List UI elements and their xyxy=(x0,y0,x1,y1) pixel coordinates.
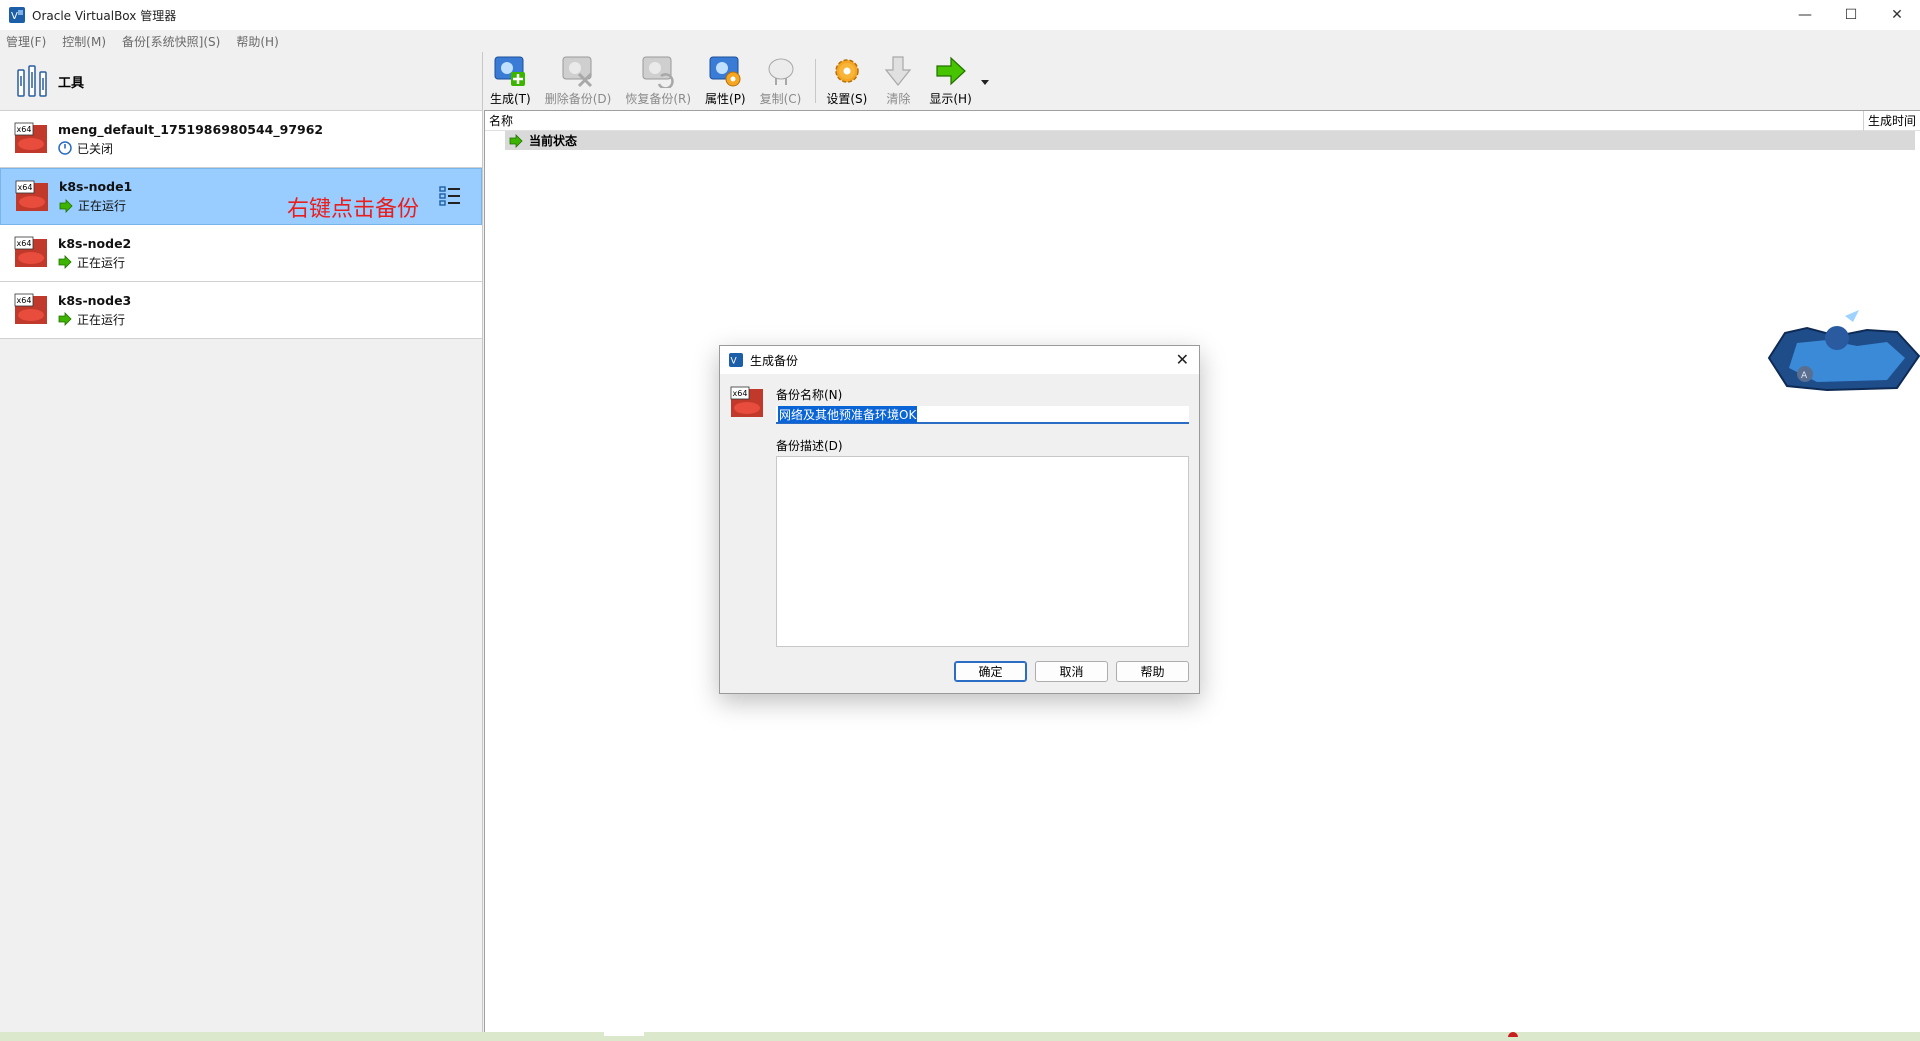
vm-state: 正在运行 xyxy=(77,255,126,270)
maximize-button[interactable]: ☐ xyxy=(1828,0,1874,30)
vm-name: k8s-node3 xyxy=(58,292,132,308)
floating-avatar-widget-icon[interactable]: A xyxy=(1767,308,1920,398)
snapshot-toolbar: 生成(T) 删除备份(D) 恢复备份(R) 属性(P) 复制(C) 设置(S) … xyxy=(484,52,1920,110)
column-header-name[interactable]: 名称 xyxy=(489,112,513,129)
snapshot-tree-header: 名称 生成时间 xyxy=(485,110,1920,131)
svg-text:V: V xyxy=(731,357,738,367)
delete-snapshot-icon xyxy=(562,56,593,88)
show-label: 显示(H) xyxy=(929,92,972,106)
svg-text:A: A xyxy=(1801,371,1808,381)
discard-down-arrow-icon xyxy=(885,56,912,86)
window-title: Oracle VirtualBox 管理器 xyxy=(32,8,177,23)
snapshot-panel: 生成(T) 删除备份(D) 恢复备份(R) 属性(P) 复制(C) 设置(S) … xyxy=(484,52,1920,1032)
svg-text:V: V xyxy=(11,11,18,22)
title-bar: V Oracle VirtualBox 管理器 — ☐ ✕ xyxy=(0,0,1920,30)
dropdown-arrow-icon[interactable] xyxy=(980,77,990,87)
vm-os-icon: x64 xyxy=(14,122,47,153)
restore-snapshot-label: 恢复备份(R) xyxy=(625,92,692,106)
svg-text:x64: x64 xyxy=(733,389,748,398)
svg-text:x64: x64 xyxy=(17,125,32,134)
taskbar-strip xyxy=(0,1032,1920,1041)
dialog-title-bar: V 生成备份 ✕ xyxy=(720,346,1199,374)
svg-text:x64: x64 xyxy=(17,239,32,248)
clone-sheep-icon xyxy=(768,58,793,85)
snapshot-name-label: 备份名称(N) xyxy=(776,388,843,402)
take-snapshot-label: 生成(T) xyxy=(490,92,531,106)
close-button[interactable]: ✕ xyxy=(1874,0,1920,30)
restore-snapshot-button[interactable]: 恢复备份(R) xyxy=(625,54,691,107)
settings-button[interactable]: 设置(S) xyxy=(826,54,867,107)
current-state-arrow-icon xyxy=(509,133,523,148)
details-menu-icon[interactable] xyxy=(439,185,461,207)
snapshot-tree[interactable]: 名称 生成时间 当前状态 xyxy=(484,110,1920,1032)
settings-gear-icon xyxy=(835,59,859,83)
take-snapshot-dialog: V 生成备份 ✕ x64 备份名称(N) 网络及其他预准备环境OK 备份描述(D… xyxy=(719,345,1200,694)
dialog-close-icon[interactable]: ✕ xyxy=(1176,350,1189,369)
vm-os-icon: x64 xyxy=(14,293,47,324)
properties-icon xyxy=(709,56,741,87)
tools-icon xyxy=(17,65,47,97)
running-arrow-icon xyxy=(59,198,73,213)
vm-os-icon: x64 xyxy=(15,180,48,211)
taskbar-notification-icon[interactable] xyxy=(1508,1032,1518,1037)
running-arrow-icon xyxy=(58,255,72,269)
snapshot-name-value: 网络及其他预准备环境OK xyxy=(778,405,918,423)
vm-item-k8s-node1[interactable]: x64 k8s-node1 正在运行 右键点击备份 xyxy=(0,168,482,225)
vm-name: meng_default_1751986980544_97962 xyxy=(58,121,324,137)
machine-panel: 工具 x64 meng_default_1751986980544_97962 … xyxy=(0,52,483,1032)
snapshot-description-input[interactable] xyxy=(776,456,1189,647)
svg-text:x64: x64 xyxy=(17,296,32,305)
take-snapshot-icon xyxy=(494,56,526,86)
vm-name: k8s-node1 xyxy=(59,179,133,194)
toolbar-separator xyxy=(815,59,817,103)
current-state-label: 当前状态 xyxy=(529,134,578,148)
snapshot-name-input[interactable]: 网络及其他预准备环境OK xyxy=(776,405,1189,424)
virtualbox-logo-icon: V xyxy=(729,353,743,367)
show-right-arrow-icon xyxy=(935,56,966,86)
delete-snapshot-button[interactable]: 删除备份(D) xyxy=(544,54,612,107)
restore-snapshot-icon xyxy=(642,56,674,88)
tools-label: 工具 xyxy=(58,75,85,91)
properties-label: 属性(P) xyxy=(705,92,746,106)
vm-list: x64 meng_default_1751986980544_97962 已关闭 xyxy=(0,110,482,339)
menu-item-snapshot[interactable]: 备份[系统快照](S) xyxy=(122,33,220,50)
vm-state: 正在运行 xyxy=(77,312,126,327)
dialog-title: 生成备份 xyxy=(750,353,799,368)
tools-item[interactable]: 工具 xyxy=(0,52,482,110)
settings-label: 设置(S) xyxy=(826,92,868,106)
powered-off-icon xyxy=(58,141,72,155)
vm-item-k8s-node2[interactable]: x64 k8s-node2 正在运行 xyxy=(0,225,482,282)
menu-bar: 管理(F) 控制(M) 备份[系统快照](S) 帮助(H) xyxy=(0,30,1920,52)
discard-button[interactable]: 清除 xyxy=(881,54,915,107)
vm-os-icon: x64 xyxy=(14,236,47,267)
menu-item-help[interactable]: 帮助(H) xyxy=(236,33,278,50)
current-state-row[interactable]: 当前状态 xyxy=(505,131,1915,150)
ok-button[interactable]: 确定 xyxy=(954,661,1027,682)
taskbar-tab[interactable] xyxy=(604,1032,644,1036)
show-button[interactable]: 显示(H) xyxy=(929,54,989,107)
clone-label: 复制(C) xyxy=(759,92,802,106)
annotation-text: 右键点击备份 xyxy=(287,197,420,222)
virtualbox-logo-icon: V xyxy=(9,7,25,23)
help-button[interactable]: 帮助 xyxy=(1116,661,1189,682)
running-arrow-icon xyxy=(58,312,72,326)
vm-state: 正在运行 xyxy=(78,199,127,213)
vm-os-icon: x64 xyxy=(730,386,763,417)
vm-item-k8s-node3[interactable]: x64 k8s-node3 正在运行 xyxy=(0,282,482,339)
menu-item-control[interactable]: 控制(M) xyxy=(62,33,106,50)
delete-snapshot-label: 删除备份(D) xyxy=(544,92,612,106)
clone-button[interactable]: 复制(C) xyxy=(759,54,802,107)
cancel-button[interactable]: 取消 xyxy=(1035,661,1108,682)
minimize-button[interactable]: — xyxy=(1782,0,1828,30)
vm-item-meng-default[interactable]: x64 meng_default_1751986980544_97962 已关闭 xyxy=(0,111,482,168)
properties-button[interactable]: 属性(P) xyxy=(705,54,746,107)
discard-label: 清除 xyxy=(886,92,911,106)
vm-name: k8s-node2 xyxy=(58,235,132,251)
vm-state: 已关闭 xyxy=(77,141,114,156)
take-snapshot-button[interactable]: 生成(T) xyxy=(490,54,531,107)
column-header-time[interactable]: 生成时间 xyxy=(1862,110,1916,131)
snapshot-description-label: 备份描述(D) xyxy=(776,439,843,453)
svg-text:x64: x64 xyxy=(18,183,33,192)
menu-item-manage[interactable]: 管理(F) xyxy=(6,33,46,50)
